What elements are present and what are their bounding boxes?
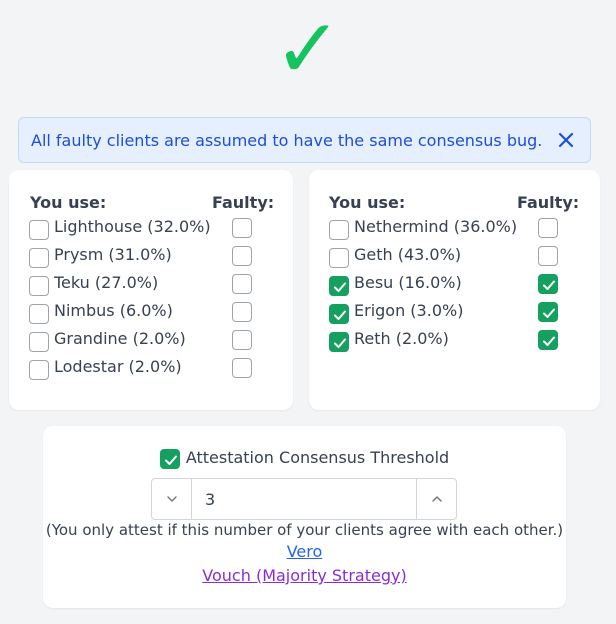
client-row: Besu (16.0%) [309,272,600,296]
page: ✓ All faulty clients are assumed to have… [0,0,616,624]
faulty-checkbox[interactable] [232,358,252,378]
faulty-checkbox[interactable] [538,330,558,350]
use-checkbox[interactable] [29,304,49,324]
use-checkbox[interactable] [29,332,49,352]
threshold-card: Attestation Consensus Threshold (You onl… [43,426,566,608]
client-label: Nimbus (6.0%) [54,301,173,320]
client-label: Geth (43.0%) [354,245,462,264]
client-label: Prysm (31.0%) [54,245,172,264]
client-row: Grandine (2.0%) [9,328,293,352]
faulty-checkbox[interactable] [232,274,252,294]
use-checkbox[interactable] [29,360,49,380]
use-checkbox[interactable] [329,304,349,324]
faulty-checkbox[interactable] [538,218,558,238]
threshold-toggle-row: Attestation Consensus Threshold [43,447,566,469]
use-checkbox[interactable] [329,332,349,352]
client-label: Grandine (2.0%) [54,329,186,348]
close-icon[interactable] [554,128,578,152]
client-row: Erigon (3.0%) [309,300,600,324]
chevron-up-icon [431,490,443,509]
threshold-label: Attestation Consensus Threshold [185,447,450,467]
faulty-header: Faulty: [212,193,275,212]
decrement-button[interactable] [152,479,192,519]
success-check-icon: ✓ [273,2,343,97]
use-checkbox[interactable] [29,276,49,296]
client-row: Lighthouse (32.0%) [9,216,293,240]
faulty-checkbox[interactable] [232,302,252,322]
faulty-checkbox[interactable] [232,330,252,350]
consensus-clients-card: You use: Faulty: Lighthouse (32.0%) Prysm… [9,170,293,410]
client-row: Reth (2.0%) [309,328,600,352]
client-row: Nimbus (6.0%) [9,300,293,324]
execution-clients-card: You use: Faulty: Nethermind (36.0%) Geth … [309,170,600,410]
client-label: Lighthouse (32.0%) [54,217,211,236]
use-checkbox[interactable] [329,248,349,268]
increment-button[interactable] [416,479,456,519]
client-label: Teku (27.0%) [54,273,159,292]
client-label: Erigon (3.0%) [354,301,464,320]
client-row: Geth (43.0%) [309,244,600,268]
client-row: Lodestar (2.0%) [9,356,293,380]
alert-text: All faulty clients are assumed to have t… [31,130,543,150]
info-alert: All faulty clients are assumed to have t… [18,117,591,163]
vero-link[interactable]: Vero [287,542,323,561]
use-checkbox[interactable] [329,276,349,296]
faulty-checkbox[interactable] [538,246,558,266]
client-row: Teku (27.0%) [9,272,293,296]
you-use-header: You use: [329,193,406,212]
faulty-checkbox[interactable] [232,246,252,266]
threshold-stepper [151,478,457,520]
you-use-header: You use: [30,193,107,212]
threshold-hint: (You only attest if this number of your … [45,521,564,539]
client-row: Nethermind (36.0%) [309,216,600,240]
use-checkbox[interactable] [29,248,49,268]
vouch-link-wrap: Vouch (Majority Strategy) [43,566,566,585]
threshold-checkbox[interactable] [159,449,180,469]
faulty-checkbox[interactable] [538,302,558,322]
use-checkbox[interactable] [329,220,349,240]
threshold-input[interactable] [192,479,416,519]
faulty-header: Faulty: [517,193,580,212]
vouch-link[interactable]: Vouch (Majority Strategy) [202,566,406,585]
faulty-checkbox[interactable] [232,218,252,238]
client-label: Lodestar (2.0%) [54,357,182,376]
client-label: Nethermind (36.0%) [354,217,518,236]
chevron-down-icon [166,490,178,509]
vero-link-wrap: Vero [43,542,566,561]
client-row: Prysm (31.0%) [9,244,293,268]
client-label: Besu (16.0%) [354,273,462,292]
client-label: Reth (2.0%) [354,329,449,348]
use-checkbox[interactable] [29,220,49,240]
faulty-checkbox[interactable] [538,274,558,294]
